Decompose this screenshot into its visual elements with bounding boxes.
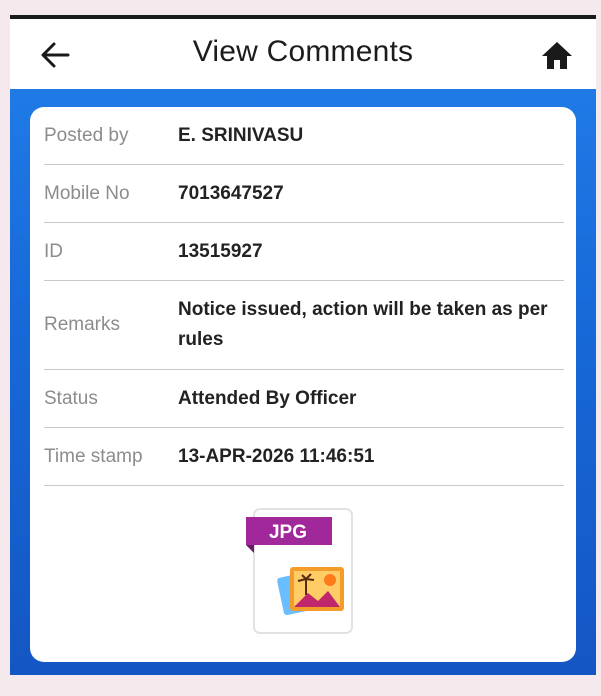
label-status: Status — [44, 387, 98, 409]
value-id: 13515927 — [178, 240, 263, 262]
home-icon — [542, 42, 572, 69]
label-mobile: Mobile No — [44, 182, 130, 204]
detail-row-posted-by: Posted by E. SRINIVASU — [44, 107, 564, 165]
detail-row-mobile: Mobile No 7013647527 — [44, 165, 564, 223]
content-area: Posted by E. SRINIVASU Mobile No 7013647… — [10, 89, 596, 675]
jpg-label: JPG — [269, 522, 307, 543]
value-remarks: Notice issued, action will be taken as p… — [178, 299, 548, 350]
label-timestamp: Time stamp — [44, 445, 143, 467]
jpg-attachment[interactable]: JPG — [240, 507, 356, 637]
jpg-file-icon: JPG — [246, 508, 353, 634]
comment-card: Posted by E. SRINIVASU Mobile No 7013647… — [30, 107, 576, 662]
label-remarks: Remarks — [44, 314, 121, 335]
page-title: View Comments — [192, 35, 414, 68]
value-status: Attended By Officer — [178, 387, 357, 409]
value-posted-by: E. SRINIVASU — [178, 124, 304, 146]
home-button[interactable] — [540, 39, 574, 71]
detail-row-timestamp: Time stamp 13-APR-2026 11:46:51 — [44, 428, 564, 486]
value-timestamp: 13-APR-2026 11:46:51 — [178, 445, 375, 467]
app-bar: View Comments — [10, 19, 596, 89]
detail-row-remarks: Remarks Notice issued, action will be ta… — [44, 281, 564, 370]
value-mobile: 7013647527 — [178, 182, 284, 204]
details-list: Posted by E. SRINIVASU Mobile No 7013647… — [44, 107, 564, 486]
label-posted-by: Posted by — [44, 124, 129, 146]
phone-screen: View Comments Posted by E. SRINIVASU Mob… — [10, 15, 596, 675]
detail-row-status: Status Attended By Officer — [44, 370, 564, 428]
label-id: ID — [44, 240, 63, 262]
detail-row-id: ID 13515927 — [44, 223, 564, 281]
